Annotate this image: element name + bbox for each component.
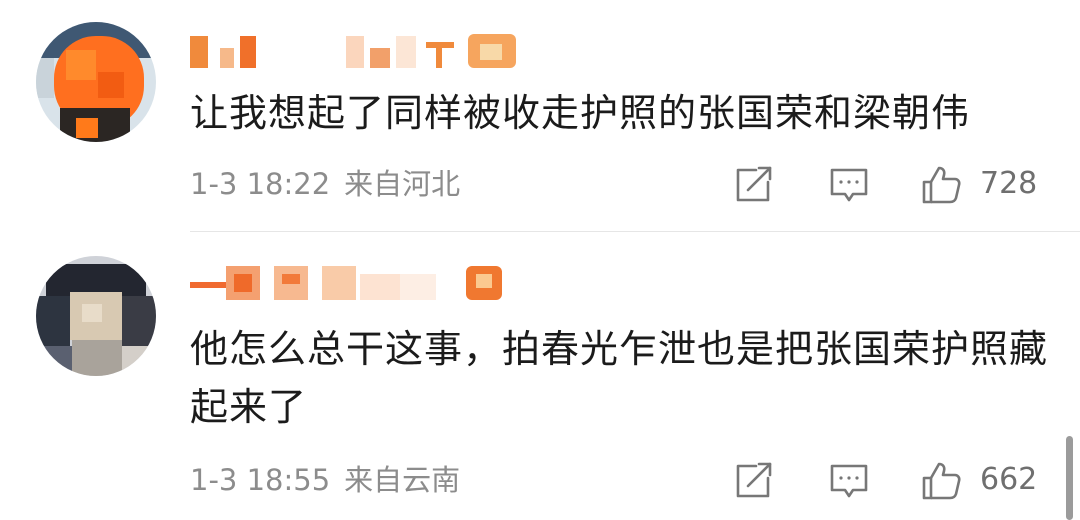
avatar[interactable] bbox=[36, 22, 156, 142]
comment-icon[interactable] bbox=[828, 460, 870, 502]
comment-item: 让我想起了同样被收走护照的张国荣和梁朝伟 1-3 18:22 来自河北 728 bbox=[0, 0, 1080, 232]
comment-icon[interactable] bbox=[828, 164, 870, 206]
username-censored[interactable] bbox=[190, 28, 530, 72]
share-icon[interactable] bbox=[732, 460, 774, 502]
avatar[interactable] bbox=[36, 256, 156, 376]
like-count: 662 bbox=[980, 462, 1038, 497]
thumbs-up-icon[interactable] bbox=[920, 164, 962, 206]
comment-item: 他怎么总干这事，拍春光乍泄也是把张国荣护照藏起来了 1-3 18:55 来自云南 … bbox=[0, 232, 1080, 520]
comment-location: 来自云南 bbox=[344, 463, 461, 497]
comment-meta: 1-3 18:22 来自河北 bbox=[190, 162, 460, 206]
comment-location: 来自河北 bbox=[344, 167, 461, 201]
like-count: 728 bbox=[980, 166, 1038, 201]
comment-text: 让我想起了同样被收走护照的张国荣和梁朝伟 bbox=[190, 91, 971, 135]
share-icon[interactable] bbox=[732, 164, 774, 206]
comment-time: 1-3 18:55 bbox=[190, 463, 331, 497]
comment-text: 他怎么总干这事，拍春光乍泄也是把张国荣护照藏起来了 bbox=[190, 327, 1049, 429]
username-censored[interactable] bbox=[190, 260, 530, 304]
thumbs-up-icon[interactable] bbox=[920, 460, 962, 502]
comment-meta: 1-3 18:55 来自云南 bbox=[190, 458, 460, 502]
scrollbar[interactable] bbox=[1066, 436, 1073, 520]
comment-time: 1-3 18:22 bbox=[190, 167, 331, 201]
